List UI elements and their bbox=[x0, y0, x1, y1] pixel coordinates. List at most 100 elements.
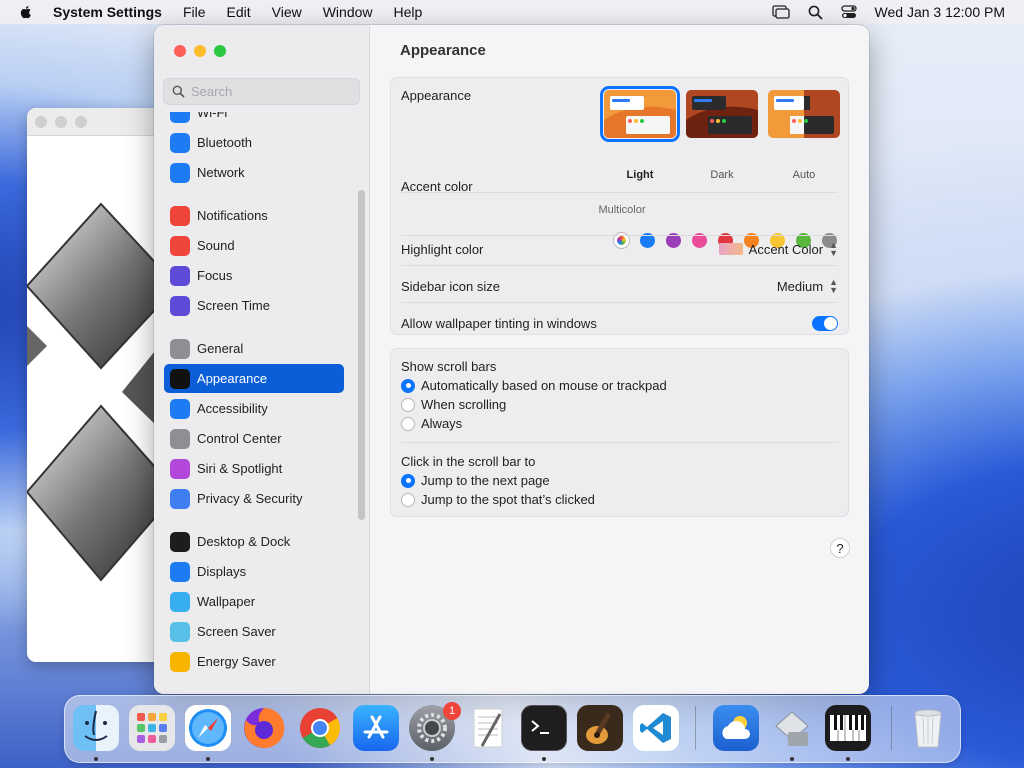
clock[interactable]: Wed Jan 3 12:00 PM bbox=[875, 4, 1005, 20]
highlight-color-popup[interactable]: Accent Color ▲ ▼ bbox=[718, 241, 838, 258]
screen-saver-icon bbox=[170, 621, 190, 642]
launchpad-icon[interactable] bbox=[129, 705, 175, 751]
minimize-icon[interactable] bbox=[194, 45, 206, 57]
bluetooth-icon bbox=[170, 132, 190, 153]
sidebar-item-label: Privacy & Security bbox=[197, 491, 303, 506]
sidebar-item-label: Control Center bbox=[197, 431, 282, 446]
radio-button[interactable] bbox=[401, 416, 415, 431]
zoom-icon[interactable] bbox=[214, 45, 226, 57]
sidebar-item-siri-spotlight[interactable]: Siri & Spotlight bbox=[164, 454, 344, 483]
sidebar-item-label: Wi-Fi bbox=[197, 112, 228, 120]
accent-color-label: Accent color bbox=[401, 179, 473, 194]
dock: 1 bbox=[64, 695, 961, 763]
chevron-updown-icon: ▲ ▼ bbox=[829, 277, 838, 295]
notifications-icon bbox=[170, 205, 190, 226]
chrome-icon[interactable] bbox=[297, 705, 343, 751]
sidebar-item-wi-fi[interactable]: Wi-Fi bbox=[164, 112, 344, 127]
sidebar-item-desktop-dock[interactable]: Desktop & Dock bbox=[164, 527, 344, 556]
sidebar-item-screen-saver[interactable]: Screen Saver bbox=[164, 617, 344, 646]
finder-icon[interactable] bbox=[73, 705, 119, 751]
auto-appearance-option[interactable] bbox=[768, 90, 840, 138]
sidebar-list[interactable]: Wi-Fi Bluetooth Network Notifications Sound F… bbox=[164, 112, 359, 694]
weather-icon[interactable] bbox=[713, 705, 759, 751]
show-scroll-bars-row: Show scroll bars bbox=[401, 359, 838, 374]
radio-button[interactable] bbox=[401, 473, 415, 488]
highlight-color-value: Accent Color bbox=[748, 241, 824, 257]
click-scroll-bar-row: Click in the scroll bar to bbox=[401, 454, 838, 469]
sidebar-item-sound[interactable]: Sound bbox=[164, 231, 344, 260]
divider bbox=[401, 302, 838, 303]
sidebar-item-accessibility[interactable]: Accessibility bbox=[164, 394, 344, 423]
sidebar-item-general[interactable]: General bbox=[164, 334, 344, 363]
sidebar-item-notifications[interactable]: Notifications bbox=[164, 201, 344, 230]
sidebar-icon-size-popup[interactable]: Medium ▲ ▼ bbox=[777, 277, 838, 295]
help-button[interactable]: ? bbox=[830, 538, 850, 558]
running-indicator bbox=[206, 757, 210, 761]
close-icon[interactable] bbox=[174, 45, 186, 57]
wifi-icon bbox=[170, 112, 190, 123]
sidebar-item-label: Desktop & Dock bbox=[197, 534, 291, 549]
appearance-icon bbox=[170, 368, 190, 389]
hand-icon bbox=[170, 488, 190, 509]
click-option-spot-clicked[interactable]: Jump to the spot that’s clicked bbox=[401, 492, 838, 507]
click-option-next-page[interactable]: Jump to the next page bbox=[401, 473, 838, 488]
sidebar-item-appearance[interactable]: Appearance bbox=[164, 364, 344, 393]
close-icon[interactable] bbox=[35, 115, 47, 128]
safari-icon[interactable] bbox=[185, 705, 231, 751]
help-menu[interactable]: Help bbox=[394, 4, 423, 20]
textedit-icon[interactable] bbox=[465, 705, 511, 751]
sidebar-item-focus[interactable]: Focus bbox=[164, 261, 344, 290]
window-menu[interactable]: Window bbox=[323, 4, 373, 20]
app-store-icon[interactable] bbox=[353, 705, 399, 751]
sidebar-item-label: Siri & Spotlight bbox=[197, 461, 283, 476]
trash-icon[interactable] bbox=[905, 705, 951, 751]
sidebar-item-label: Appearance bbox=[197, 371, 268, 386]
sidebar-item-screen-time[interactable]: Screen Time bbox=[164, 291, 344, 320]
piano-icon[interactable] bbox=[825, 705, 871, 751]
migration-assistant-icon[interactable] bbox=[769, 705, 815, 751]
radio-button[interactable] bbox=[401, 492, 415, 507]
radio-button[interactable] bbox=[401, 397, 415, 412]
file-menu[interactable]: File bbox=[183, 4, 206, 20]
search-input[interactable]: Search bbox=[163, 78, 360, 105]
app-menu[interactable]: System Settings bbox=[53, 4, 162, 20]
control-center-icon[interactable] bbox=[840, 5, 857, 19]
minimize-icon[interactable] bbox=[55, 115, 67, 128]
sidebar-item-label: Displays bbox=[197, 564, 247, 579]
divider bbox=[401, 442, 838, 443]
zoom-icon[interactable] bbox=[75, 115, 87, 128]
scroll-option-always[interactable]: Always bbox=[401, 416, 838, 431]
show-scroll-bars-label: Show scroll bars bbox=[401, 359, 497, 374]
scroll-option-automatic[interactable]: Automatically based on mouse or trackpad bbox=[401, 378, 838, 393]
view-menu[interactable]: View bbox=[272, 4, 302, 20]
radio-button[interactable] bbox=[401, 378, 415, 393]
scroll-option-when-scrolling[interactable]: When scrolling bbox=[401, 397, 838, 412]
highlight-swatch bbox=[718, 243, 743, 255]
light-appearance-option[interactable] bbox=[600, 86, 680, 142]
screen-mirroring-icon[interactable] bbox=[771, 5, 790, 19]
sidebar-item-label: Screen Time bbox=[197, 298, 270, 313]
garageband-icon[interactable] bbox=[577, 705, 623, 751]
background-window[interactable] bbox=[27, 108, 167, 662]
windows-logo-image bbox=[27, 202, 167, 582]
apple-menu-icon[interactable] bbox=[18, 4, 34, 20]
sidebar-item-bluetooth[interactable]: Bluetooth bbox=[164, 128, 344, 157]
sidebar-item-privacy-security[interactable]: Privacy & Security bbox=[164, 484, 344, 513]
sidebar-scrollbar[interactable] bbox=[358, 190, 365, 520]
spotlight-search-icon[interactable] bbox=[808, 5, 823, 20]
terminal-icon[interactable] bbox=[521, 705, 567, 751]
sidebar-item-label: Accessibility bbox=[197, 401, 268, 416]
scroll-option-label: When scrolling bbox=[421, 397, 507, 412]
screen-time-icon bbox=[170, 295, 190, 316]
sidebar-item-wallpaper[interactable]: Wallpaper bbox=[164, 587, 344, 616]
vscode-icon[interactable] bbox=[633, 705, 679, 751]
background-window-titlebar[interactable] bbox=[27, 108, 167, 136]
sidebar-item-control-center[interactable]: Control Center bbox=[164, 424, 344, 453]
edit-menu[interactable]: Edit bbox=[227, 4, 251, 20]
sidebar-item-energy-saver[interactable]: Energy Saver bbox=[164, 647, 344, 676]
sidebar-item-network[interactable]: Network bbox=[164, 158, 344, 187]
dark-appearance-option[interactable] bbox=[686, 90, 758, 138]
firefox-icon[interactable] bbox=[241, 705, 287, 751]
wallpaper-tinting-toggle[interactable] bbox=[812, 315, 838, 331]
sidebar-item-displays[interactable]: Displays bbox=[164, 557, 344, 586]
